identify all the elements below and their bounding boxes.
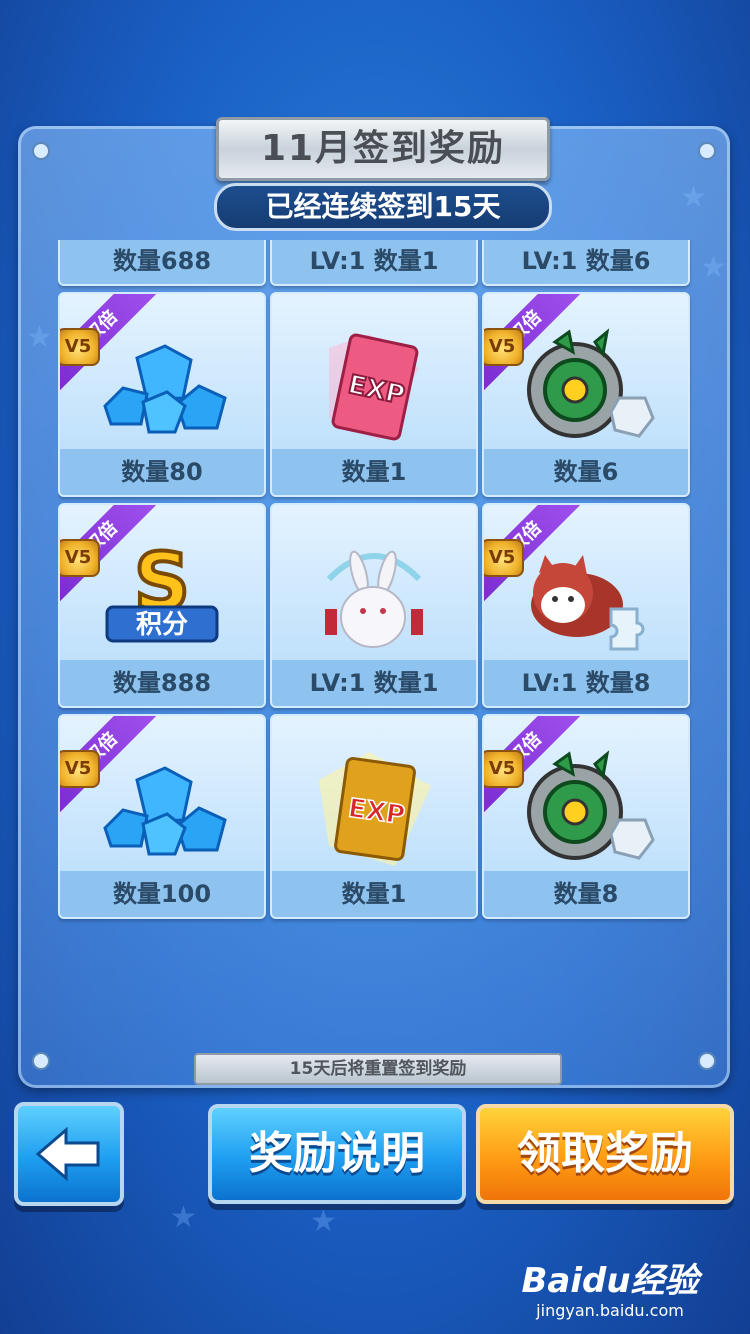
- streak-banner: 已经连续签到15天: [214, 183, 552, 231]
- reward-info-button[interactable]: 奖励说明: [208, 1104, 466, 1204]
- reward-card[interactable]: 双倍 V5 数量6: [482, 292, 690, 497]
- reward-quantity: 数量80: [60, 449, 264, 495]
- reward-card[interactable]: 双倍 V5 数量8: [482, 714, 690, 919]
- reward-quantity: LV:1 数量1: [272, 240, 476, 284]
- rivet: [32, 1052, 50, 1070]
- star-decoration: ★: [310, 1204, 337, 1239]
- reward-quantity: LV:1 数量6: [484, 240, 688, 284]
- vip-crown-icon: V5: [60, 750, 100, 788]
- watermark-brand: Baidu经验: [521, 1261, 699, 1301]
- reward-card[interactable]: 双倍V5LV:1 数量6: [482, 240, 690, 286]
- cat-puzzle-icon: [511, 539, 661, 657]
- diamond-icon: [87, 750, 237, 868]
- mech-claw-icon: [511, 328, 661, 446]
- reward-quantity: 数量688: [60, 240, 264, 284]
- vip-crown-icon: V5: [60, 539, 100, 577]
- points-s-icon: S 积分: [87, 539, 237, 657]
- vip-crown-icon: V5: [484, 328, 524, 366]
- reward-quantity: 数量100: [60, 871, 264, 917]
- diamond-icon: [87, 328, 237, 446]
- watermark: Baidu经验 jingyan.baidu.com: [510, 1262, 710, 1322]
- reward-card[interactable]: S积分双倍V5数量688: [58, 240, 266, 286]
- reward-grid[interactable]: S积分双倍V5数量688EXPLV:1 数量1双倍V5LV:1 数量6双倍V5数…: [58, 240, 692, 1025]
- vip-crown-icon: V5: [484, 539, 524, 577]
- rivet: [698, 1052, 716, 1070]
- reward-card[interactable]: EXP 数量1: [270, 292, 478, 497]
- vip-crown-icon: V5: [60, 328, 100, 366]
- back-button[interactable]: [14, 1102, 124, 1206]
- reward-quantity: LV:1 数量1: [272, 660, 476, 706]
- mech-claw-icon: [511, 750, 661, 868]
- reset-note: 15天后将重置签到奖励: [194, 1053, 562, 1085]
- svg-text:积分: 积分: [136, 610, 188, 640]
- reward-card[interactable]: EXPLV:1 数量1: [270, 240, 478, 286]
- arrow-left-icon: [35, 1126, 100, 1182]
- claim-reward-button[interactable]: 领取奖励: [476, 1104, 734, 1204]
- reward-card[interactable]: LV:1 数量1: [270, 503, 478, 708]
- rabbit-pet-icon: [299, 539, 449, 657]
- rivet: [698, 142, 716, 160]
- exp-card-gold-icon: EXP: [299, 750, 449, 868]
- reward-quantity: 数量6: [484, 449, 688, 495]
- page-title: 11月签到奖励: [216, 117, 550, 181]
- vip-crown-icon: V5: [484, 750, 524, 788]
- reward-card[interactable]: EXP 数量1: [270, 714, 478, 919]
- exp-card-red-icon: EXP: [299, 328, 449, 446]
- star-decoration: ★: [170, 1200, 197, 1235]
- reward-quantity: 数量8: [484, 871, 688, 917]
- reward-card[interactable]: 双倍 V5 数量80: [58, 292, 266, 497]
- reward-card[interactable]: S 积分 双倍 V5 数量888: [58, 503, 266, 708]
- reward-quantity: 数量888: [60, 660, 264, 706]
- reward-card[interactable]: 双倍 V5 LV:1 数量8: [482, 503, 690, 708]
- rivet: [32, 142, 50, 160]
- reward-quantity: 数量1: [272, 871, 476, 917]
- reward-card[interactable]: 双倍 V5 数量100: [58, 714, 266, 919]
- reward-quantity: LV:1 数量8: [484, 660, 688, 706]
- reward-quantity: 数量1: [272, 449, 476, 495]
- watermark-url: jingyan.baidu.com: [536, 1301, 684, 1320]
